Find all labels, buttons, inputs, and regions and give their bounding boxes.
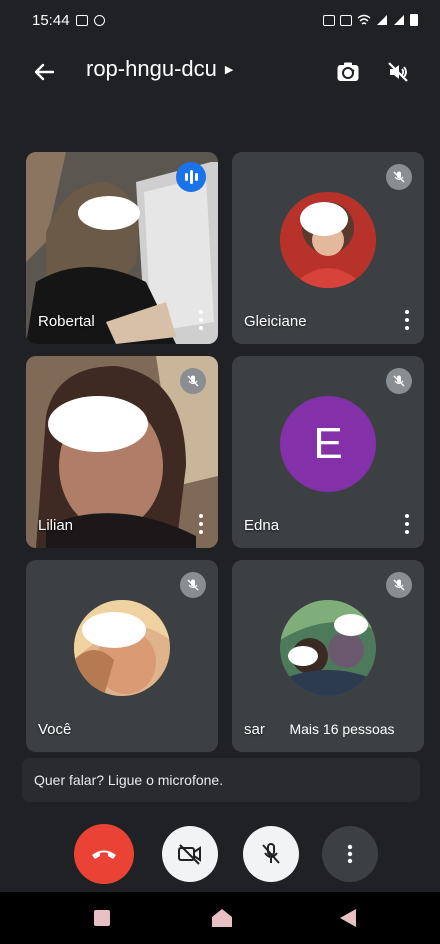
participant-avatar — [74, 600, 170, 696]
mic-off-icon — [386, 572, 412, 598]
back-nav-button[interactable] — [336, 906, 360, 930]
participant-avatar — [280, 192, 376, 288]
cast-icon — [93, 14, 105, 26]
more-vert-icon — [347, 844, 353, 864]
hint-text: Quer falar? Ligue o microfone. — [34, 772, 224, 788]
face-blur — [300, 202, 348, 236]
mic-off-icon — [386, 164, 412, 190]
participant-name: Gleiciane — [244, 313, 307, 330]
camera-toggle-button[interactable] — [162, 826, 218, 882]
signal-icon-2 — [394, 15, 404, 25]
participant-name: sar — [244, 721, 265, 738]
participant-tile[interactable]: Lilian — [26, 356, 218, 548]
face-blur — [82, 612, 146, 648]
camera-off-icon — [178, 844, 201, 865]
battery-icon — [410, 14, 418, 26]
participant-more-button[interactable] — [198, 310, 204, 330]
meeting-code: rop-hngu-dcu — [86, 56, 217, 81]
participant-more-button[interactable] — [198, 514, 204, 534]
mic-off-icon — [180, 572, 206, 598]
recents-icon — [94, 910, 110, 926]
face-blur — [48, 396, 148, 452]
participant-avatar — [280, 600, 376, 696]
participant-tile-self[interactable]: Você — [26, 560, 218, 752]
face-blur — [334, 614, 368, 636]
speaking-indicator — [176, 162, 206, 192]
signal-icon — [377, 15, 387, 25]
status-time: 15:44 — [32, 11, 70, 29]
end-call-button[interactable] — [74, 824, 134, 884]
speaker-off-icon — [388, 62, 408, 82]
meeting-title-button[interactable]: rop-hngu-dcu ▶ — [86, 56, 233, 82]
more-people-button[interactable]: Mais 16 pessoas — [271, 712, 413, 746]
alarm-icon — [323, 14, 335, 26]
participant-tile[interactable]: Robertal — [26, 152, 218, 344]
home-icon — [212, 909, 232, 927]
mic-toggle-button[interactable] — [243, 826, 299, 882]
back-button[interactable] — [30, 58, 58, 86]
arrow-left-icon — [34, 63, 55, 81]
system-nav-bar — [0, 892, 440, 944]
participant-more-button[interactable] — [404, 310, 410, 330]
participant-name: Edna — [244, 517, 280, 534]
back-triangle-icon — [340, 909, 356, 927]
nfc-icon — [340, 14, 352, 26]
mic-off-icon — [262, 843, 280, 864]
gallery-icon — [75, 14, 88, 26]
unmute-hint: Quer falar? Ligue o microfone. — [22, 758, 420, 802]
participant-name: Lilian — [38, 517, 74, 534]
home-button[interactable] — [210, 906, 234, 930]
face-blur — [78, 196, 140, 230]
call-controls — [0, 820, 440, 890]
status-bar: 15:44 — [0, 0, 440, 40]
participant-initial-avatar: E — [280, 396, 376, 492]
participant-more-button[interactable] — [404, 514, 410, 534]
participant-name: Você — [38, 721, 72, 738]
status-bar-right — [323, 14, 418, 26]
status-bar-left: 15:44 — [32, 12, 105, 29]
recents-button[interactable] — [90, 906, 114, 930]
phone-hangup-icon — [92, 850, 116, 859]
switch-camera-button[interactable] — [334, 58, 362, 86]
wifi-icon — [357, 14, 371, 25]
audio-output-button[interactable] — [384, 58, 412, 86]
top-bar: rop-hngu-dcu ▶ — [0, 46, 440, 96]
caret-right-icon: ▶ — [224, 63, 234, 76]
participant-tile[interactable]: Gleiciane — [232, 152, 424, 344]
switch-camera-icon — [337, 62, 359, 81]
participant-tile[interactable]: E Edna — [232, 356, 424, 548]
more-options-button[interactable] — [322, 826, 378, 882]
mic-off-icon — [180, 368, 206, 394]
face-blur — [288, 646, 318, 666]
participant-name: Robertal — [38, 313, 95, 330]
mic-off-icon — [386, 368, 412, 394]
